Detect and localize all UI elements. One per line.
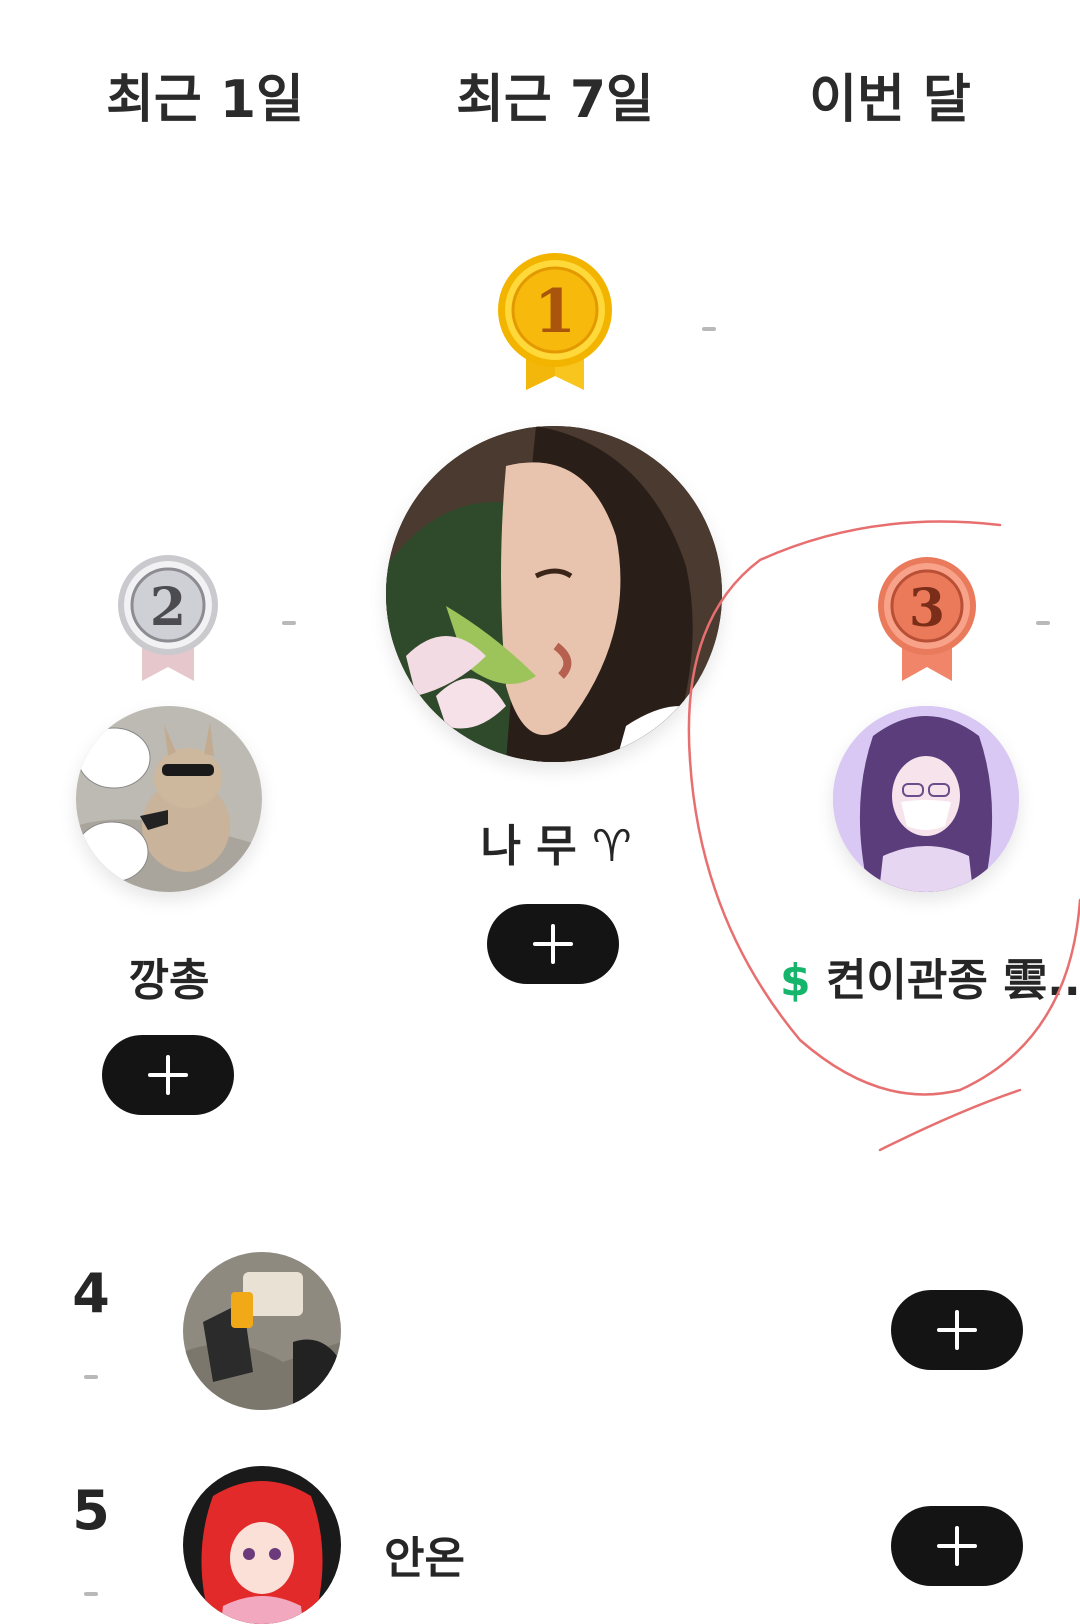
rank-change-indicator — [282, 621, 296, 625]
tab-last-1-day[interactable]: 최근 1일 — [90, 60, 320, 140]
follow-button[interactable] — [487, 904, 619, 984]
medal-rank-text: 3 — [909, 578, 945, 639]
rank-change-indicator — [1036, 621, 1050, 625]
user-name: 나 무 ♈ — [480, 821, 632, 872]
plus-icon — [937, 1526, 977, 1566]
plus-icon — [148, 1055, 188, 1095]
avatar[interactable] — [386, 426, 722, 762]
plus-icon — [937, 1310, 977, 1350]
period-tabs: 최근 1일 최근 7일 이번 달 — [0, 0, 1080, 200]
user-name-text: 켠이관종 雲... — [825, 955, 1080, 1006]
avatar[interactable] — [183, 1252, 341, 1410]
user-name: 깡총 — [128, 955, 210, 1006]
rank-change-indicator — [84, 1592, 98, 1596]
tab-last-7-days[interactable]: 최근 7일 — [440, 60, 670, 140]
follow-button[interactable] — [102, 1035, 234, 1115]
user-name: 안온 — [384, 1533, 465, 1584]
dollar-icon: $ — [780, 955, 811, 1006]
silver-medal-icon: 2 — [116, 553, 220, 685]
follow-button[interactable] — [891, 1290, 1023, 1370]
avatar[interactable] — [76, 706, 262, 892]
medal-rank-text: 1 — [534, 277, 576, 347]
avatar[interactable] — [833, 706, 1019, 892]
rank-change-indicator — [702, 327, 716, 331]
bronze-medal-icon: 3 — [876, 555, 978, 685]
follow-button[interactable] — [891, 1506, 1023, 1586]
gold-medal-icon: 1 — [496, 250, 614, 395]
tab-this-month[interactable]: 이번 달 — [790, 60, 990, 140]
user-name: $ 켠이관종 雲... — [780, 944, 1080, 1008]
medal-rank-text: 2 — [150, 577, 186, 638]
avatar[interactable] — [183, 1466, 341, 1624]
rank-number: 5 — [72, 1479, 110, 1542]
plus-icon — [533, 924, 573, 964]
rank-change-indicator — [84, 1375, 98, 1379]
rank-number: 4 — [72, 1262, 110, 1325]
